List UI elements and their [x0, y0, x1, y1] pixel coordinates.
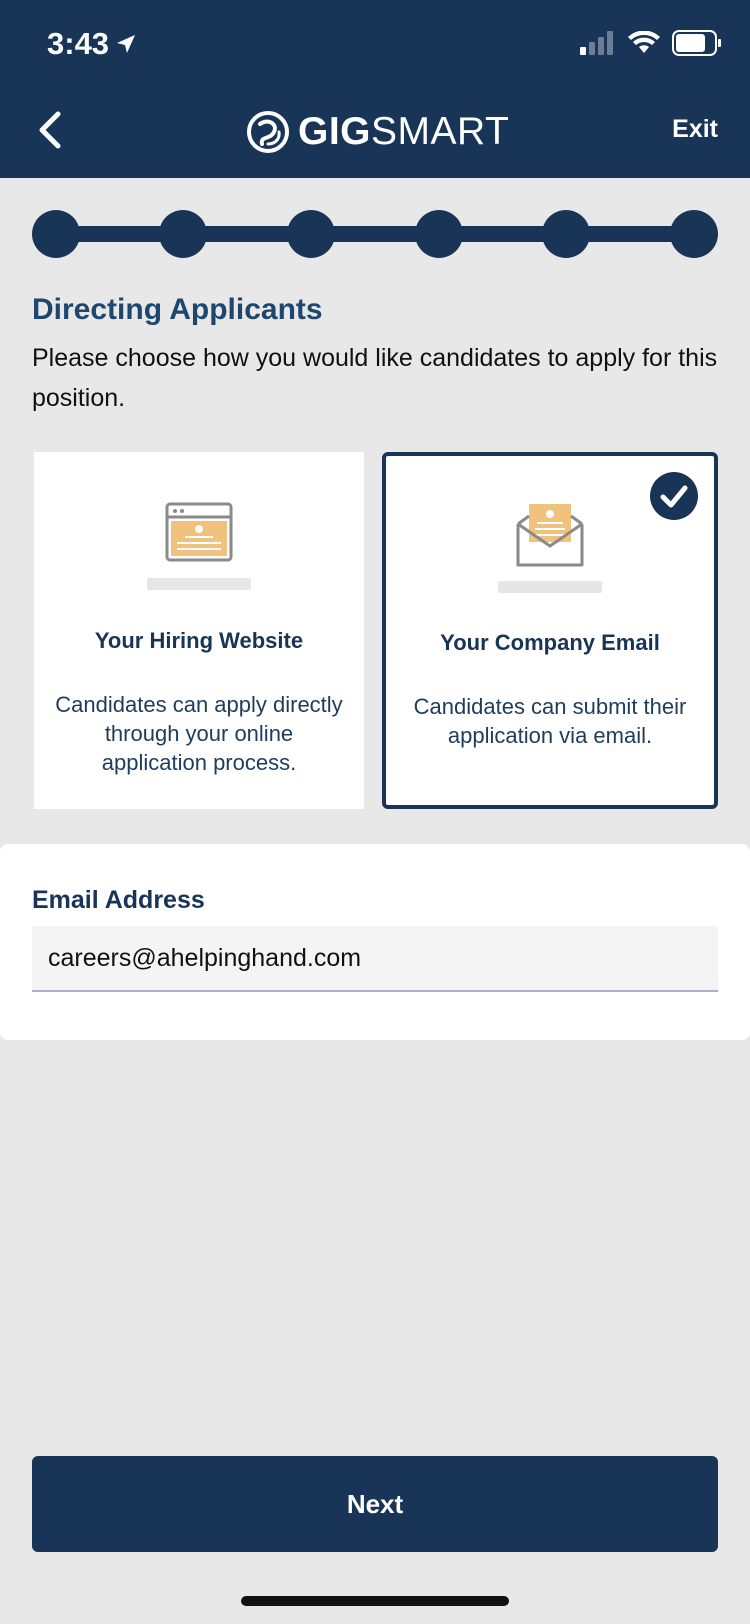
option-description: Candidates can submit their application … — [413, 694, 687, 748]
gigsmart-logo: GIGSMART — [246, 106, 509, 158]
option-title: Your Hiring Website — [94, 628, 304, 653]
brand-wordmark: GIGSMART — [298, 110, 510, 153]
status-bar-indicators — [580, 30, 722, 56]
next-button[interactable]: Next — [32, 1456, 718, 1552]
stepper-step-3 — [287, 210, 335, 258]
stepper-step-2 — [159, 210, 207, 258]
email-field[interactable] — [32, 926, 718, 992]
stepper-step-1 — [32, 210, 80, 258]
gigsmart-swirl-icon — [247, 111, 289, 153]
stepper-step-6 — [670, 210, 718, 258]
location-arrow-icon — [117, 35, 136, 53]
option-title: Your Company Email — [440, 630, 660, 655]
illustration-placeholder-bar — [147, 578, 251, 590]
page-title: Directing Applicants — [32, 293, 323, 326]
status-bar-time: 3:43 — [47, 26, 137, 62]
email-envelope-icon — [516, 504, 584, 567]
website-window-icon — [165, 502, 233, 562]
option-card-company-email[interactable]: Your Company Email Candidates can submit… — [382, 452, 718, 809]
battery-icon — [672, 30, 721, 56]
stepper-step-4 — [415, 210, 463, 258]
app-header: 3:43 GIGSMART Exit — [0, 0, 750, 178]
wifi-icon — [628, 31, 660, 53]
option-card-hiring-website[interactable]: Your Hiring Website Candidates can apply… — [34, 452, 364, 809]
home-indicator[interactable] — [241, 1596, 509, 1606]
option-description: Candidates can apply directly through yo… — [55, 692, 343, 775]
stepper-track — [56, 226, 694, 242]
email-panel: Email Address — [0, 844, 750, 1040]
email-field-label: Email Address — [32, 886, 205, 914]
cellular-signal-icon — [580, 31, 613, 55]
exit-button[interactable]: Exit — [672, 115, 718, 144]
stepper-step-5 — [542, 210, 590, 258]
back-chevron-icon[interactable] — [30, 108, 74, 152]
progress-stepper — [32, 210, 718, 258]
illustration-placeholder-bar — [498, 581, 602, 593]
page-description: Please choose how you would like candida… — [32, 344, 718, 412]
selected-check-icon — [650, 472, 698, 520]
